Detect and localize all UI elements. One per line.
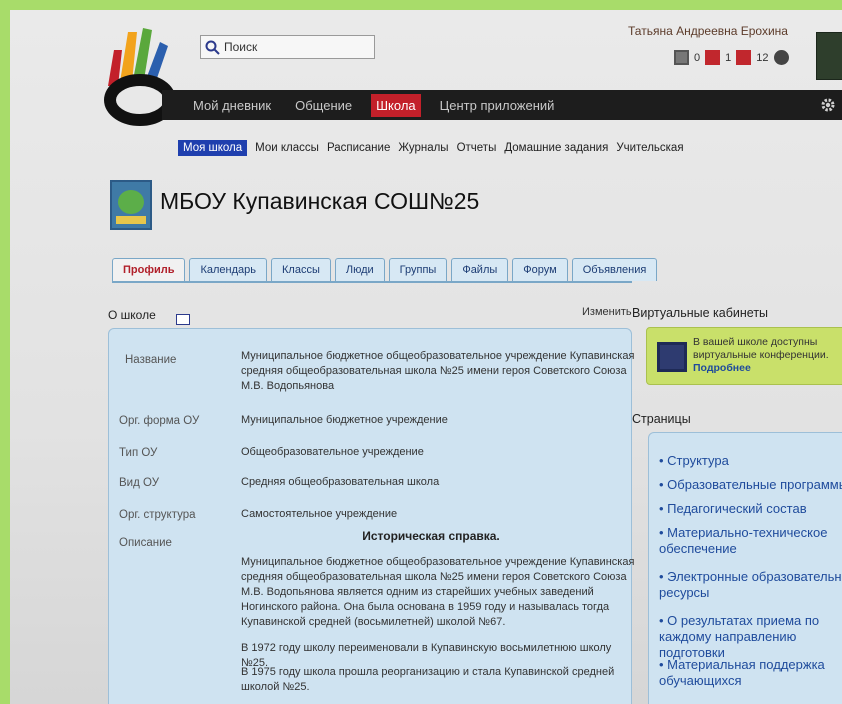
pages-list: • Структура • Образовательные программы … xyxy=(648,432,842,704)
value-org-form: Муниципальное бюджетное учреждение xyxy=(241,414,448,426)
tab-profile[interactable]: Профиль xyxy=(112,258,186,281)
sub-nav: Моя школа Мои классы Расписание Журналы … xyxy=(178,140,684,156)
tab-people[interactable]: Люди xyxy=(334,258,385,281)
description-title: Историческая справка. xyxy=(362,529,500,543)
page-link-text[interactable]: Материальная поддержка обучающихся xyxy=(659,657,825,688)
subnav-my-classes[interactable]: Мои классы xyxy=(255,142,319,154)
list-item[interactable]: • Образовательные программы xyxy=(659,477,842,493)
nav-school[interactable]: Школа xyxy=(371,93,421,117)
about-school-heading: О школе xyxy=(108,308,156,322)
page: Поиск Татьяна Андреевна Ерохина 0 1 12 М… xyxy=(10,10,842,704)
description-paragraph: Муниципальное бюджетное общеобразователь… xyxy=(241,556,635,628)
list-item[interactable]: • Педагогический состав xyxy=(659,501,842,517)
nav-app-center[interactable]: Центр приложений xyxy=(435,94,560,117)
list-item[interactable]: • О результатах приема по каждому направ… xyxy=(659,613,842,661)
tab-forum[interactable]: Форум xyxy=(512,258,568,281)
page-link-text[interactable]: О результатах приема по каждому направле… xyxy=(659,613,819,660)
subnav-homework[interactable]: Домашние задания xyxy=(504,142,608,154)
school-crest-icon xyxy=(110,180,152,230)
video-conference-icon xyxy=(657,342,687,372)
search-input[interactable]: Поиск xyxy=(200,35,375,59)
tab-classes[interactable]: Классы xyxy=(271,258,331,281)
label-org-structure: Орг. структура xyxy=(119,509,196,521)
list-item[interactable]: • Материальная поддержка обучающихся xyxy=(659,657,842,689)
edit-link[interactable]: Изменить xyxy=(582,306,632,318)
list-item[interactable]: • Электронные образовательные ресурсы xyxy=(659,569,842,601)
label-type: Тип ОУ xyxy=(119,447,158,459)
value-type: Общеобразовательное учреждение xyxy=(241,446,424,458)
virtual-rooms-heading: Виртуальные кабинеты xyxy=(632,306,769,320)
virtual-rooms-message: В вашей школе доступны виртуальные конфе… xyxy=(693,336,829,361)
pages-heading: Страницы xyxy=(632,412,691,426)
tab-bar: Профиль Календарь Классы Люди Группы Фай… xyxy=(112,258,658,281)
virtual-rooms-box: В вашей школе доступны виртуальные конфе… xyxy=(646,327,842,385)
subnav-schedule[interactable]: Расписание xyxy=(327,142,390,154)
description-paragraph: В 1975 году школа прошла реорганизацию и… xyxy=(241,666,615,693)
page-link-text[interactable]: Материально-техническое обеспечение xyxy=(659,525,827,556)
tab-groups[interactable]: Группы xyxy=(388,258,448,281)
page-link-text[interactable]: Образовательные программы xyxy=(667,477,842,492)
value-name: Муниципальное бюджетное общеобразователь… xyxy=(241,350,635,392)
tab-calendar[interactable]: Календарь xyxy=(189,258,268,281)
list-item[interactable]: • Материально-техническое обеспечение xyxy=(659,525,842,557)
page-title: МБОУ Купавинская СОШ№25 xyxy=(160,188,480,214)
virtual-rooms-text: В вашей школе доступны виртуальные конфе… xyxy=(693,336,842,375)
page-link-text[interactable]: Педагогический состав xyxy=(667,501,806,516)
value-kind: Средняя общеобразовательная школа xyxy=(241,476,440,488)
subnav-reports[interactable]: Отчеты xyxy=(457,142,497,154)
details-link[interactable]: Подробнее xyxy=(693,362,751,374)
value-org-structure: Самостоятельное учреждение xyxy=(241,508,398,520)
subnav-my-school[interactable]: Моя школа xyxy=(178,140,248,156)
label-kind: Вид ОУ xyxy=(119,477,159,489)
tab-divider xyxy=(112,281,632,283)
label-description: Описание xyxy=(119,537,172,549)
search-icon xyxy=(205,40,220,55)
page-link-text[interactable]: Электронные образовательные ресурсы xyxy=(659,569,842,600)
search-placeholder: Поиск xyxy=(224,40,258,54)
label-name: Название xyxy=(125,354,177,366)
nav-my-diary[interactable]: Мой дневник xyxy=(188,94,276,117)
list-item[interactable]: • Структура xyxy=(659,453,842,469)
nav-communication[interactable]: Общение xyxy=(290,94,357,117)
tab-files[interactable]: Файлы xyxy=(451,258,509,281)
page-link-text[interactable]: Структура xyxy=(667,453,729,468)
school-info-panel: Название Муниципальное бюджетное общеобр… xyxy=(108,328,634,704)
label-org-form: Орг. форма ОУ xyxy=(119,415,200,427)
subnav-journals[interactable]: Журналы xyxy=(398,142,448,154)
right-sidebar: Виртуальные кабинеты В вашей школе досту… xyxy=(632,10,842,704)
envelope-icon[interactable] xyxy=(176,314,190,325)
